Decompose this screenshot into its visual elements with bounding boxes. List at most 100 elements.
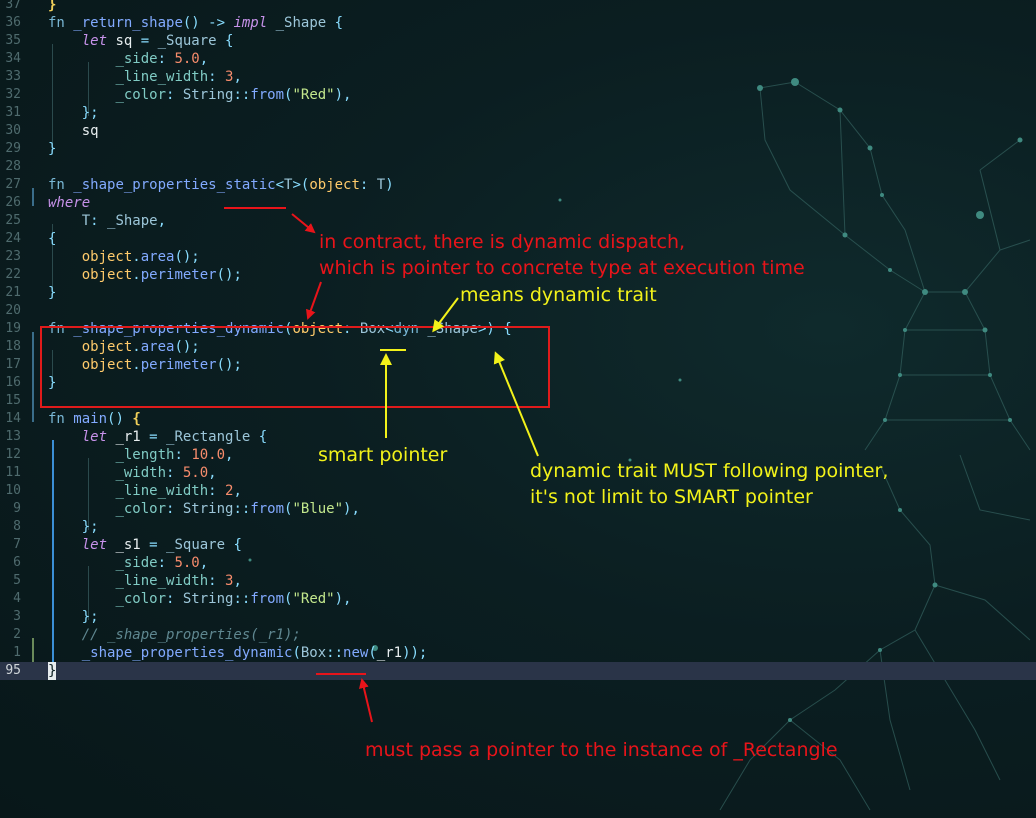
line-number: 22 bbox=[5, 267, 21, 282]
code-token: impl bbox=[233, 15, 268, 31]
code-text: _line_width: 3, bbox=[48, 68, 242, 86]
code-line[interactable]: 2 // _shape_properties(_r1); bbox=[0, 626, 1036, 644]
code-token: from bbox=[250, 591, 285, 607]
code-token: , bbox=[233, 69, 242, 85]
code-line[interactable]: 1 _shape_properties_dynamic(Box::new(_r1… bbox=[0, 644, 1036, 662]
code-text: object.perimeter(); bbox=[48, 266, 242, 284]
code-token: _color bbox=[115, 591, 167, 607]
code-line[interactable]: 6 _side: 5.0, bbox=[0, 554, 1036, 572]
line-number: 6 bbox=[13, 555, 21, 570]
code-token: _Shape bbox=[107, 213, 158, 229]
code-line[interactable]: 26 where bbox=[0, 194, 1036, 212]
code-line[interactable]: 3 }; bbox=[0, 608, 1036, 626]
code-text: } bbox=[48, 662, 57, 680]
code-token: )); bbox=[402, 645, 428, 661]
code-line[interactable]: 13 let _r1 = _Rectangle { bbox=[0, 428, 1036, 446]
code-token: _length bbox=[115, 447, 175, 463]
line-number: 28 bbox=[5, 159, 21, 174]
code-line[interactable]: 7 let _s1 = _Square { bbox=[0, 536, 1036, 554]
code-token: 5.0 bbox=[174, 51, 200, 67]
code-token: :: bbox=[233, 501, 251, 517]
code-token: object bbox=[309, 177, 360, 193]
code-token: }; bbox=[81, 609, 99, 625]
line-number: 15 bbox=[5, 393, 21, 408]
code-token: }; bbox=[81, 105, 99, 121]
code-line[interactable]: 30 sq bbox=[0, 122, 1036, 140]
code-token: T bbox=[81, 213, 91, 229]
code-line[interactable]: 32 _color: String::from("Red"), bbox=[0, 86, 1036, 104]
code-line[interactable]: 37} bbox=[0, 0, 1036, 14]
line-number: 10 bbox=[5, 483, 21, 498]
code-line[interactable]: 33 _line_width: 3, bbox=[0, 68, 1036, 86]
code-text: _side: 5.0, bbox=[48, 554, 208, 572]
code-token: _side bbox=[115, 555, 158, 571]
code-token: _s1 bbox=[107, 537, 150, 553]
code-token: _Shape bbox=[275, 15, 327, 31]
code-token: _line_width bbox=[115, 69, 209, 85]
code-text: } bbox=[48, 140, 56, 158]
code-text: _length: 10.0, bbox=[48, 446, 233, 464]
code-line[interactable]: 27 fn _shape_properties_static< T >(object:… bbox=[0, 176, 1036, 194]
code-line[interactable]: 34 _side: 5.0, bbox=[0, 50, 1036, 68]
code-token: _Rectangle bbox=[166, 429, 251, 445]
code-line[interactable]: 35 let sq = _Square { bbox=[0, 32, 1036, 50]
line-number: 14 bbox=[5, 411, 21, 426]
code-token: "Blue" bbox=[292, 501, 344, 517]
code-token: . bbox=[132, 267, 141, 283]
code-line[interactable]: 36 fn _return_shape() -> impl _Shape { bbox=[0, 14, 1036, 32]
line-number: 31 bbox=[5, 105, 21, 120]
code-token: _r1 bbox=[107, 429, 150, 445]
line-number: 1 bbox=[13, 645, 21, 660]
code-token: ), bbox=[343, 501, 360, 517]
code-token: ( bbox=[368, 645, 377, 661]
annotation-must-pass-pointer: must pass a pointer to the instance of _… bbox=[365, 739, 838, 761]
code-token: 5.0 bbox=[182, 465, 209, 481]
code-token: where bbox=[48, 195, 91, 211]
code-token: fn bbox=[48, 411, 74, 427]
line-number: 16 bbox=[5, 375, 21, 390]
code-token: : bbox=[359, 177, 377, 193]
code-line[interactable]: 14 fn main() { bbox=[0, 410, 1036, 428]
code-line[interactable]: 5 _line_width: 3, bbox=[0, 572, 1036, 590]
line-number: 25 bbox=[5, 213, 21, 228]
code-token: new bbox=[343, 645, 369, 661]
current-line[interactable]: 95} bbox=[0, 662, 1036, 680]
code-token: : bbox=[157, 51, 175, 67]
code-token: : bbox=[208, 483, 226, 499]
code-token: : bbox=[174, 447, 192, 463]
annotation-means-dynamic-trait: means dynamic trait bbox=[460, 284, 657, 306]
code-token: _line_width bbox=[115, 573, 209, 589]
code-editor[interactable]: 37} 36 fn _return_shape() -> impl _Shape {… bbox=[0, 0, 1036, 818]
code-line[interactable]: 29} bbox=[0, 140, 1036, 158]
code-text: } bbox=[48, 0, 56, 14]
code-token: area bbox=[140, 249, 175, 265]
code-token: } bbox=[48, 0, 57, 13]
code-token: : bbox=[166, 87, 183, 103]
line-number: 18 bbox=[5, 339, 21, 354]
code-token: fn bbox=[48, 15, 74, 31]
code-token: _return_shape bbox=[73, 15, 183, 31]
code-text: }; bbox=[48, 104, 99, 122]
annotation-smart-pointer: smart pointer bbox=[318, 444, 448, 466]
code-line[interactable]: 31 }; bbox=[0, 104, 1036, 122]
line-number: 24 bbox=[5, 231, 21, 246]
code-line[interactable]: 28 bbox=[0, 158, 1036, 176]
code-token: _color bbox=[115, 87, 167, 103]
code-line[interactable]: 8 }; bbox=[0, 518, 1036, 536]
code-token: object bbox=[81, 267, 133, 283]
code-token: Box bbox=[300, 645, 327, 661]
code-line[interactable]: 25 T: _Shape, bbox=[0, 212, 1036, 230]
code-token: = bbox=[149, 537, 167, 553]
code-line[interactable]: 4 _color: String::from("Red"), bbox=[0, 590, 1036, 608]
code-token: let bbox=[81, 429, 108, 445]
code-text: _shape_properties_dynamic(Box::new(_r1))… bbox=[48, 644, 428, 662]
